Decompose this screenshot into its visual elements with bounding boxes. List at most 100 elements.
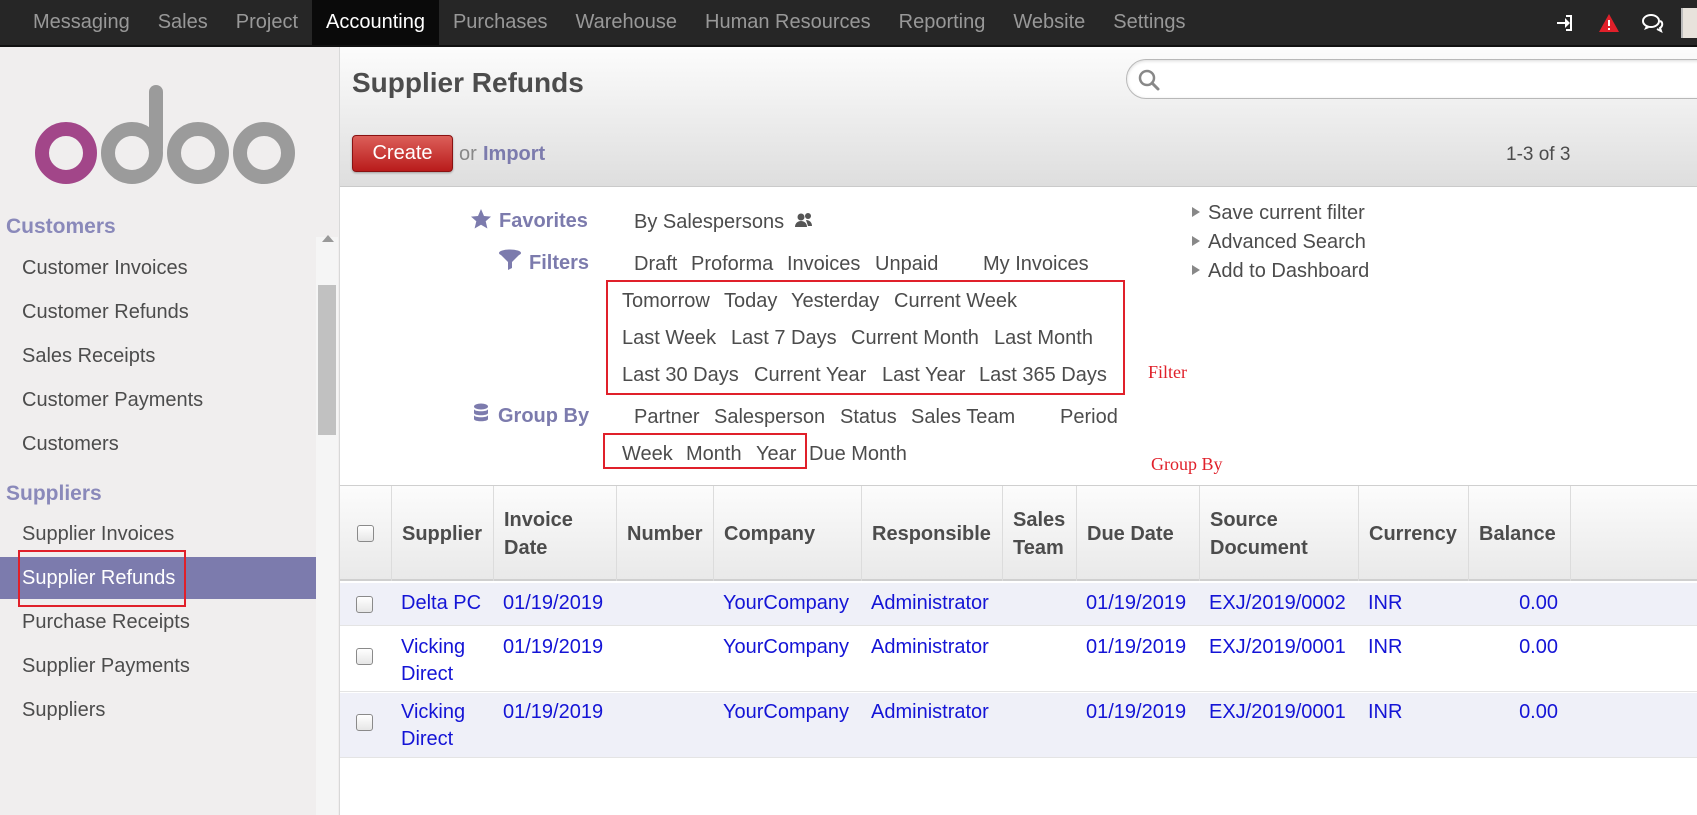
menu-messaging[interactable]: Messaging bbox=[19, 0, 144, 45]
import-link[interactable]: Import bbox=[483, 143, 545, 166]
filter-proforma[interactable]: Proforma bbox=[691, 253, 773, 276]
row-checkbox[interactable] bbox=[356, 596, 373, 613]
save-current-filter-link[interactable]: Save current filter bbox=[1192, 202, 1365, 225]
menu-accounting[interactable]: Accounting bbox=[312, 0, 439, 45]
sidebar-item-customer-payments[interactable]: Customer Payments bbox=[0, 379, 316, 421]
cell-invoice-date: 01/19/2019 bbox=[503, 592, 604, 614]
cell-invoice-date: 01/19/2019 bbox=[503, 636, 604, 658]
menu-sales[interactable]: Sales bbox=[144, 0, 222, 45]
filter-invoices[interactable]: Invoices bbox=[787, 253, 860, 276]
or-label: or bbox=[459, 143, 477, 165]
star-icon bbox=[471, 209, 491, 229]
table-row[interactable]: Vicking Direct 01/19/2019 YourCompany Ad… bbox=[340, 627, 1697, 692]
column-number[interactable]: Number bbox=[617, 486, 714, 581]
column-invoice-date[interactable]: Invoice Date bbox=[494, 486, 617, 581]
groupby-period[interactable]: Period bbox=[1060, 406, 1118, 429]
search-bar[interactable] bbox=[1126, 59, 1697, 99]
favorites-label: Favorites bbox=[499, 210, 588, 232]
sidebar-item-supplier-payments[interactable]: Supplier Payments bbox=[0, 645, 316, 687]
table-row[interactable]: Vicking Direct 01/19/2019 YourCompany Ad… bbox=[340, 693, 1697, 758]
filter-my-invoices[interactable]: My Invoices bbox=[983, 253, 1089, 276]
column-sales-team[interactable]: Sales Team bbox=[1003, 486, 1077, 581]
cell-supplier[interactable]: Vicking Direct bbox=[401, 699, 481, 753]
groupby-partner[interactable]: Partner bbox=[634, 406, 700, 429]
left-sidebar: Customers Customer Invoices Customer Ref… bbox=[0, 47, 340, 815]
chat-icon[interactable] bbox=[1631, 0, 1675, 45]
menu-warehouse[interactable]: Warehouse bbox=[561, 0, 691, 45]
add-to-dashboard-label: Add to Dashboard bbox=[1208, 260, 1370, 282]
filter-unpaid[interactable]: Unpaid bbox=[875, 253, 938, 276]
advanced-search-label: Advanced Search bbox=[1208, 231, 1366, 253]
cell-company: YourCompany bbox=[723, 592, 850, 614]
annotation-box-groupby bbox=[603, 433, 807, 469]
section-customers: Customers bbox=[6, 215, 116, 238]
search-input[interactable] bbox=[1167, 66, 1697, 92]
warning-icon[interactable] bbox=[1587, 0, 1631, 45]
create-button[interactable]: Create bbox=[352, 135, 453, 172]
sign-in-icon[interactable] bbox=[1543, 0, 1587, 45]
sidebar-item-customer-invoices[interactable]: Customer Invoices bbox=[0, 247, 316, 289]
groupby-due-month[interactable]: Due Month bbox=[809, 443, 907, 466]
cell-source-document: EXJ/2019/0001 bbox=[1209, 701, 1346, 723]
select-all-checkbox[interactable] bbox=[357, 525, 374, 542]
cell-balance: 0.00 bbox=[1519, 701, 1558, 723]
refunds-table: Supplier Invoice Date Number Company Res… bbox=[340, 485, 1697, 815]
groupby-status[interactable]: Status bbox=[840, 406, 897, 429]
groupby-sales-team[interactable]: Sales Team bbox=[911, 406, 1015, 429]
favorite-by-salespersons[interactable]: By Salespersons bbox=[634, 211, 814, 234]
annotation-box-supplier-refunds bbox=[18, 550, 186, 607]
top-menu-bar: Messaging Sales Project Accounting Purch… bbox=[0, 0, 1697, 47]
column-supplier[interactable]: Supplier bbox=[392, 486, 494, 581]
sidebar-item-suppliers[interactable]: Suppliers bbox=[0, 689, 316, 731]
app-menu: Messaging Sales Project Accounting Purch… bbox=[19, 0, 1200, 45]
column-company[interactable]: Company bbox=[714, 486, 862, 581]
sidebar-item-customer-refunds[interactable]: Customer Refunds bbox=[0, 291, 316, 333]
view-header: Supplier Refunds Create or Import 1-3 of… bbox=[340, 47, 1697, 187]
search-drawer: Favorites By Salespersons Filters Draft … bbox=[340, 188, 1697, 485]
sidebar-item-supplier-invoices[interactable]: Supplier Invoices bbox=[0, 513, 316, 555]
menu-human-resources[interactable]: Human Resources bbox=[691, 0, 885, 45]
filter-draft[interactable]: Draft bbox=[634, 253, 677, 276]
expand-triangle-icon bbox=[1192, 235, 1200, 246]
column-responsible[interactable]: Responsible bbox=[862, 486, 1003, 581]
scroll-up-arrow-icon[interactable] bbox=[322, 235, 334, 242]
main-content: Supplier Refunds Create or Import 1-3 of… bbox=[340, 47, 1697, 815]
user-avatar[interactable] bbox=[1681, 7, 1697, 38]
menu-project[interactable]: Project bbox=[222, 0, 312, 45]
add-to-dashboard-link[interactable]: Add to Dashboard bbox=[1192, 260, 1369, 283]
table-row[interactable]: Delta PC 01/19/2019 YourCompany Administ… bbox=[340, 583, 1697, 626]
sidebar-scroll-thumb[interactable] bbox=[318, 285, 336, 435]
column-due-date[interactable]: Due Date bbox=[1077, 486, 1200, 581]
menu-settings[interactable]: Settings bbox=[1099, 0, 1199, 45]
menu-website[interactable]: Website bbox=[999, 0, 1099, 45]
column-currency[interactable]: Currency bbox=[1359, 486, 1469, 581]
cell-supplier[interactable]: Delta PC bbox=[401, 590, 481, 617]
pager[interactable]: 1-3 of 3 bbox=[1506, 144, 1570, 166]
cell-source-document: EXJ/2019/0001 bbox=[1209, 636, 1346, 658]
table-header: Supplier Invoice Date Number Company Res… bbox=[340, 486, 1697, 581]
cell-due-date: 01/19/2019 bbox=[1086, 701, 1187, 723]
cell-due-date: 01/19/2019 bbox=[1086, 636, 1187, 658]
row-checkbox[interactable] bbox=[356, 714, 373, 731]
sidebar-item-purchase-receipts[interactable]: Purchase Receipts bbox=[0, 601, 316, 643]
groupby-salesperson[interactable]: Salesperson bbox=[714, 406, 825, 429]
annotation-box-filter bbox=[606, 280, 1125, 395]
cell-responsible: Administrator bbox=[871, 636, 989, 658]
column-source-document[interactable]: Source Document bbox=[1200, 486, 1359, 581]
column-balance[interactable]: Balance bbox=[1469, 486, 1571, 581]
row-checkbox[interactable] bbox=[356, 648, 373, 665]
users-icon bbox=[794, 213, 812, 227]
cell-supplier[interactable]: Vicking Direct bbox=[401, 634, 481, 688]
filters-label: Filters bbox=[529, 252, 590, 274]
expand-triangle-icon bbox=[1192, 206, 1200, 217]
advanced-search-link[interactable]: Advanced Search bbox=[1192, 231, 1366, 254]
cell-currency: INR bbox=[1368, 636, 1403, 658]
topbar-right-icons bbox=[1543, 0, 1697, 45]
sidebar-item-customers[interactable]: Customers bbox=[0, 423, 316, 465]
cell-due-date: 01/19/2019 bbox=[1086, 592, 1187, 614]
annotation-groupby-label: Group By bbox=[1151, 454, 1223, 474]
menu-purchases[interactable]: Purchases bbox=[439, 0, 562, 45]
sidebar-item-sales-receipts[interactable]: Sales Receipts bbox=[0, 335, 316, 377]
menu-reporting[interactable]: Reporting bbox=[885, 0, 1000, 45]
expand-triangle-icon bbox=[1192, 264, 1200, 275]
